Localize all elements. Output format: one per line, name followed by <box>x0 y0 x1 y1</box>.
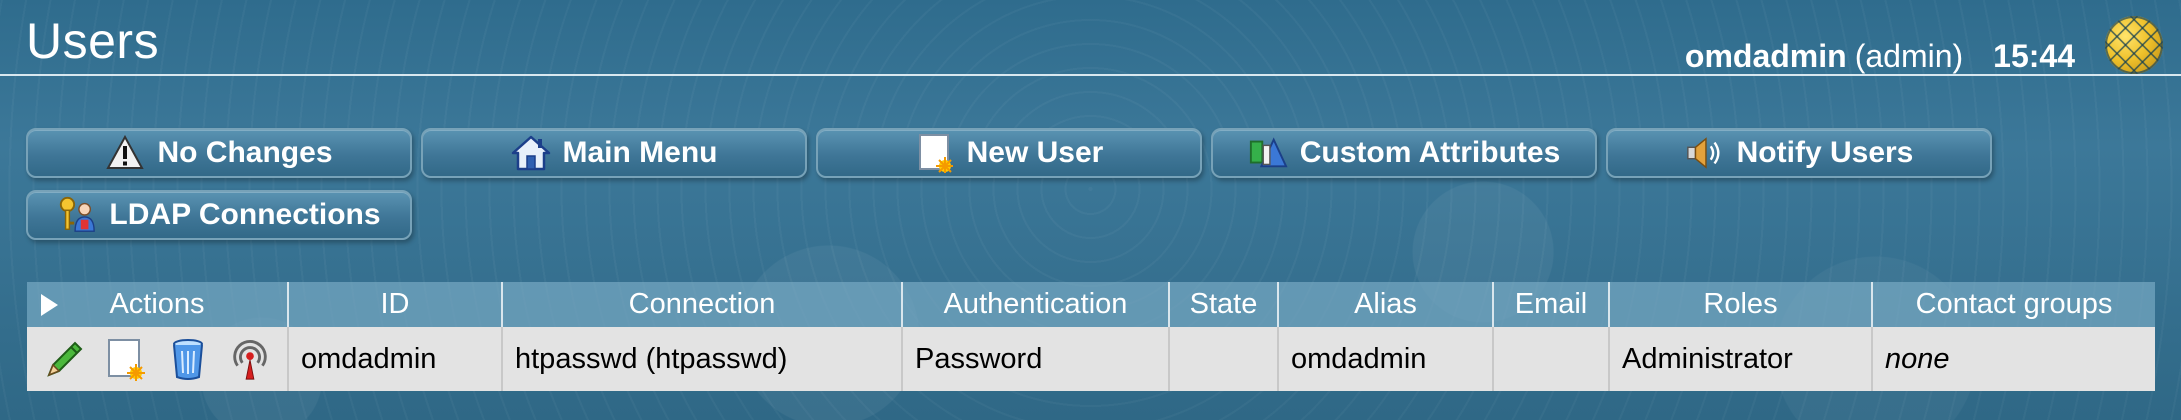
delete-icon[interactable] <box>166 337 210 381</box>
home-icon <box>511 133 551 173</box>
new-document-icon <box>915 133 955 173</box>
connection-cell: htpasswd (htpasswd) <box>501 327 902 391</box>
main-menu-label: Main Menu <box>562 136 718 169</box>
table-header-row: Actions ID Connection Authentication Sta… <box>27 282 2155 327</box>
header-divider <box>0 74 2181 76</box>
ldap-connections-button[interactable]: LDAP Connections <box>26 190 412 240</box>
state-cell <box>1168 327 1278 391</box>
notify-users-button[interactable]: Notify Users <box>1606 128 1992 178</box>
username: omdadmin <box>1684 38 1847 74</box>
main-menu-button[interactable]: Main Menu <box>421 128 807 178</box>
warning-icon <box>105 133 145 173</box>
email-cell <box>1492 327 1609 391</box>
ldap-connections-label: LDAP Connections <box>109 198 381 231</box>
roles-cell: Administrator <box>1608 327 1872 391</box>
edit-icon[interactable] <box>42 337 86 381</box>
ldap-icon <box>57 195 97 235</box>
column-header-email[interactable]: Email <box>1492 282 1609 327</box>
table-row: omdadmin htpasswd (htpasswd) Password om… <box>27 327 2155 391</box>
column-header-contact-groups[interactable]: Contact groups <box>1871 282 2155 327</box>
column-header-id[interactable]: ID <box>287 282 502 327</box>
column-header-connection[interactable]: Connection <box>501 282 902 327</box>
no-changes-label: No Changes <box>157 136 333 169</box>
speaker-icon <box>1685 133 1725 173</box>
actions-cell <box>27 327 288 391</box>
user-id-cell: omdadmin <box>287 327 502 391</box>
users-table: Actions ID Connection Authentication Sta… <box>27 282 2155 391</box>
alias-cell: omdadmin <box>1277 327 1493 391</box>
column-header-actions: Actions <box>27 282 288 327</box>
no-changes-button[interactable]: No Changes <box>26 128 412 178</box>
clone-icon[interactable] <box>104 337 148 381</box>
authentication-cell: Password <box>901 327 1169 391</box>
expand-toggle-icon[interactable] <box>41 294 58 316</box>
new-user-button[interactable]: New User <box>816 128 1202 178</box>
notify-icon[interactable] <box>228 337 272 381</box>
new-user-label: New User <box>966 136 1104 169</box>
column-header-state[interactable]: State <box>1168 282 1278 327</box>
page-title: Users <box>26 13 160 69</box>
user-role: (admin) <box>1854 38 1964 74</box>
custom-attributes-label: Custom Attributes <box>1299 136 1561 169</box>
column-header-alias[interactable]: Alias <box>1277 282 1493 327</box>
contact-groups-cell: none <box>1871 327 2155 391</box>
column-header-authentication[interactable]: Authentication <box>901 282 1169 327</box>
custom-attributes-icon <box>1248 133 1288 173</box>
globe-icon[interactable] <box>2105 16 2163 74</box>
column-header-roles[interactable]: Roles <box>1608 282 1872 327</box>
clock: 15:44 <box>1993 38 2075 74</box>
user-info: omdadmin (admin) 15:44 <box>1685 38 2075 75</box>
notify-users-label: Notify Users <box>1736 136 1914 169</box>
custom-attributes-button[interactable]: Custom Attributes <box>1211 128 1597 178</box>
